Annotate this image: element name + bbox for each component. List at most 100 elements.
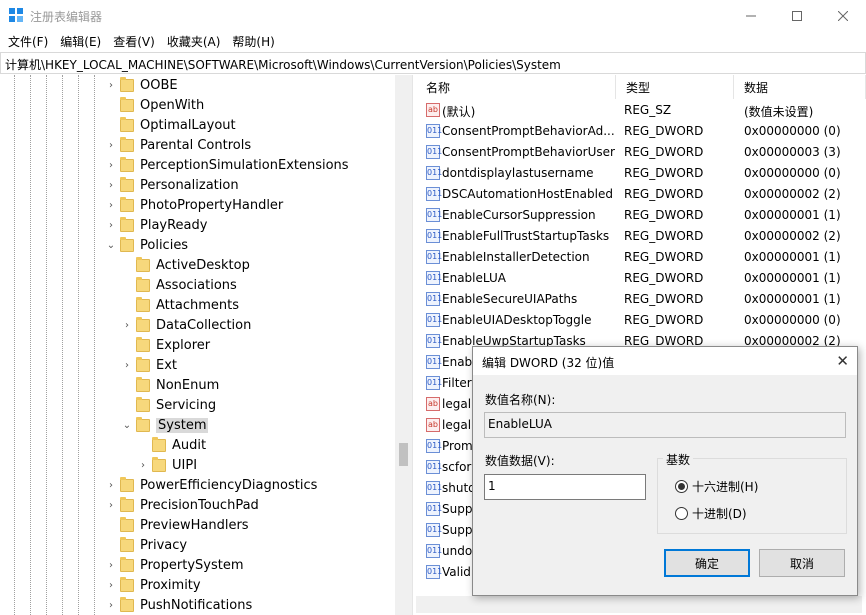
chevron-right-icon[interactable]: ›: [104, 178, 118, 192]
tree-item[interactable]: › PropertySystem: [104, 555, 244, 575]
menu-help[interactable]: 帮助(H): [227, 31, 279, 51]
close-button[interactable]: [820, 0, 866, 31]
tree-item[interactable]: ActiveDesktop: [120, 255, 250, 275]
column-header-name[interactable]: 名称: [416, 75, 616, 99]
tree-item[interactable]: Associations: [120, 275, 237, 295]
folder-icon: [120, 576, 134, 592]
minimize-button[interactable]: [728, 0, 774, 31]
tree-item[interactable]: › PlayReady: [104, 215, 207, 235]
list-item[interactable]: ab (默认) REG_SZ (数值未设置): [416, 100, 866, 121]
chevron-right-icon[interactable]: ›: [104, 558, 118, 572]
tree-scroll-thumb[interactable]: [399, 443, 408, 466]
tree-item[interactable]: NonEnum: [120, 375, 219, 395]
list-item[interactable]: 011 ConsentPromptBehaviorAd... REG_DWORD 0x…: [416, 121, 866, 142]
string-value-icon: ab: [426, 103, 440, 117]
tree-item[interactable]: › Ext: [120, 355, 177, 375]
ok-button[interactable]: 确定: [664, 549, 750, 577]
menu-view[interactable]: 查看(V): [108, 31, 160, 51]
list-item[interactable]: 011 EnableSecureUIAPaths REG_DWORD 0x000000…: [416, 289, 866, 310]
radio-decimal[interactable]: 十进制(D): [675, 505, 747, 522]
chevron-right-icon[interactable]: ›: [104, 578, 118, 592]
tree-item-label: PrecisionTouchPad: [140, 497, 259, 513]
list-item[interactable]: 011 DSCAutomationHostEnabled REG_DWORD 0x00…: [416, 184, 866, 205]
tree-item[interactable]: › PushNotifications: [104, 595, 252, 615]
chevron-right-icon[interactable]: ›: [104, 478, 118, 492]
tree-item[interactable]: Servicing: [120, 395, 216, 415]
value-name: ConsentPromptBehaviorUser: [442, 145, 615, 159]
chevron-placeholder: [104, 518, 118, 532]
tree-item[interactable]: › Personalization: [104, 175, 239, 195]
tree-item[interactable]: › Proximity: [104, 575, 201, 595]
tree-scrollbar[interactable]: [395, 75, 412, 615]
tree-item[interactable]: › PhotoPropertyHandler: [104, 195, 283, 215]
tree-item[interactable]: Attachments: [120, 295, 239, 315]
tree-item[interactable]: OptimalLayout: [104, 115, 236, 135]
chevron-right-icon[interactable]: ›: [104, 498, 118, 512]
list-item[interactable]: 011 EnableCursorSuppression REG_DWORD 0x000…: [416, 205, 866, 226]
tree-item[interactable]: › Parental Controls: [104, 135, 251, 155]
chevron-right-icon[interactable]: ›: [104, 218, 118, 232]
list-item[interactable]: 011 ConsentPromptBehaviorUser REG_DWORD 0x0…: [416, 142, 866, 163]
chevron-right-icon[interactable]: ›: [104, 78, 118, 92]
value-name: dontdisplaylastusername: [442, 166, 594, 180]
tree-item[interactable]: › DataCollection: [120, 315, 251, 335]
list-item[interactable]: 011 dontdisplaylastusername REG_DWORD 0x000…: [416, 163, 866, 184]
chevron-right-icon[interactable]: ›: [104, 158, 118, 172]
chevron-placeholder: [120, 398, 134, 412]
dword-value-icon: 011: [426, 145, 442, 159]
column-header-type[interactable]: 类型: [616, 75, 734, 99]
menu-favorites[interactable]: 收藏夹(A): [162, 31, 226, 51]
value-name: shutd: [442, 481, 476, 495]
tree-item[interactable]: › PerceptionSimulationExtensions: [104, 155, 349, 175]
folder-icon: [120, 236, 134, 252]
menu-file[interactable]: 文件(F): [3, 31, 53, 51]
tree-item[interactable]: ⌄ Policies: [104, 235, 188, 255]
list-item[interactable]: 011 EnableLUA REG_DWORD 0x00000001 (1): [416, 268, 866, 289]
list-item[interactable]: 011 EnableFullTrustStartupTasks REG_DWORD 0…: [416, 226, 866, 247]
tree-item[interactable]: OpenWith: [104, 95, 204, 115]
tree-item[interactable]: › PrecisionTouchPad: [104, 495, 259, 515]
tree-item[interactable]: Audit: [136, 435, 206, 455]
tree-item[interactable]: › OOBE: [104, 75, 178, 95]
tree-item[interactable]: › UIPI: [136, 455, 197, 475]
list-item[interactable]: 011 EnableUIADesktopToggle REG_DWORD 0x0000…: [416, 310, 866, 331]
dword-value-icon: 011: [426, 166, 442, 180]
chevron-right-icon[interactable]: ›: [120, 358, 134, 372]
tree-item[interactable]: › PowerEfficiencyDiagnostics: [104, 475, 317, 495]
value-name: Supp: [442, 523, 473, 537]
value-type: REG_DWORD: [624, 271, 704, 285]
maximize-button[interactable]: [774, 0, 820, 31]
registry-tree[interactable]: › OOBE OpenWith OptimalLayout › Parental Cont…: [0, 75, 413, 615]
tree-item[interactable]: ⌄ System: [120, 415, 209, 435]
radio-hex[interactable]: 十六进制(H): [675, 478, 758, 495]
tree-item[interactable]: PreviewHandlers: [104, 515, 249, 535]
chevron-right-icon[interactable]: ›: [120, 318, 134, 332]
tree-item[interactable]: Explorer: [120, 335, 210, 355]
list-item[interactable]: 011 EnableInstallerDetection REG_DWORD 0x00…: [416, 247, 866, 268]
dialog-close-icon[interactable]: ✕: [836, 352, 849, 370]
tree-item[interactable]: Privacy: [104, 535, 187, 555]
chevron-down-icon[interactable]: ⌄: [120, 418, 134, 432]
chevron-placeholder: [120, 338, 134, 352]
chevron-right-icon[interactable]: ›: [104, 598, 118, 612]
tree-item-label: Privacy: [140, 537, 188, 553]
chevron-down-icon[interactable]: ⌄: [104, 238, 118, 252]
tree-item-label: OOBE: [140, 77, 178, 93]
column-header-data[interactable]: 数据: [734, 75, 866, 99]
chevron-right-icon[interactable]: ›: [136, 458, 150, 472]
chevron-right-icon[interactable]: ›: [104, 198, 118, 212]
value-name-field[interactable]: EnableLUA: [484, 412, 846, 438]
address-bar[interactable]: 计算机\HKEY_LOCAL_MACHINE\SOFTWARE\Microsof…: [0, 52, 866, 74]
chevron-right-icon[interactable]: ›: [104, 138, 118, 152]
value-name: EnableSecureUIAPaths: [442, 292, 578, 306]
cancel-button[interactable]: 取消: [759, 549, 845, 577]
dword-value-icon: 011: [426, 271, 442, 285]
values-horizontal-scrollbar[interactable]: [416, 596, 862, 613]
value-type: REG_DWORD: [624, 166, 704, 180]
value-data-input[interactable]: 1: [484, 474, 646, 500]
value-type: REG_DWORD: [624, 229, 704, 243]
base-groupbox: [657, 458, 847, 534]
menu-edit[interactable]: 编辑(E): [55, 31, 106, 51]
value-name: Filter: [442, 376, 472, 390]
dialog-title-bar: 编辑 DWORD (32 位)值 ✕: [473, 347, 857, 375]
